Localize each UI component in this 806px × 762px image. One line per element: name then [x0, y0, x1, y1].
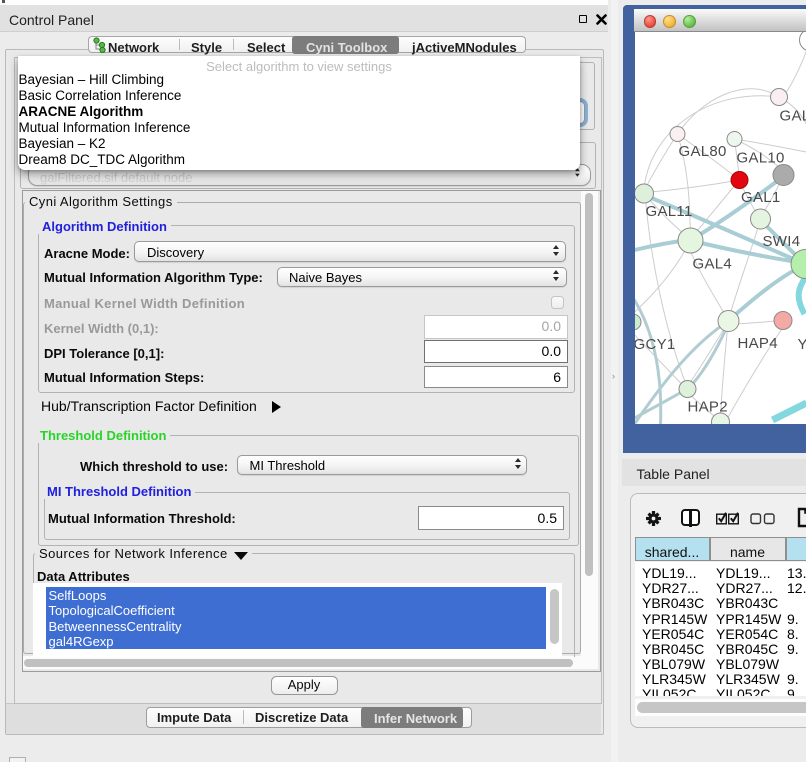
svg-text:GAL11: GAL11 [645, 203, 692, 220]
svg-text:GAL: GAL [779, 108, 806, 125]
svg-text:GAL4: GAL4 [692, 256, 732, 273]
svg-text:Y: Y [797, 336, 806, 353]
svg-text:HAP2: HAP2 [687, 399, 727, 416]
svg-text:GCY1: GCY1 [635, 336, 676, 353]
svg-text:GAL10: GAL10 [736, 149, 784, 166]
svg-text:SWI4: SWI4 [762, 233, 800, 250]
svg-text:GAL80: GAL80 [678, 143, 726, 160]
svg-text:GAL1: GAL1 [741, 189, 781, 206]
svg-text:HAP4: HAP4 [737, 335, 777, 352]
